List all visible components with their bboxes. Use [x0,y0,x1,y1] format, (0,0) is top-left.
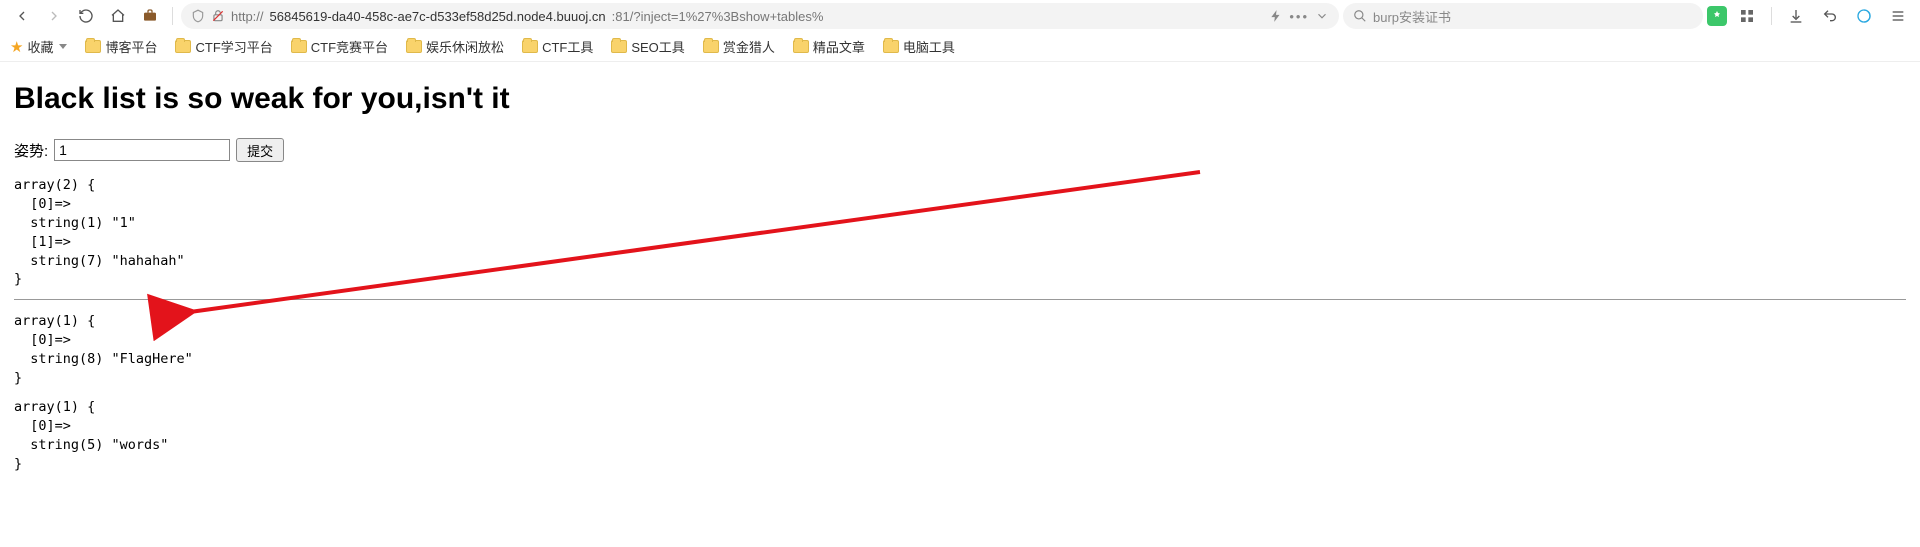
favorites-button[interactable]: ★ 收藏 [10,37,67,56]
folder-icon [291,40,307,53]
separator [14,299,1906,300]
url-host: 56845619-da40-458c-ae7c-d533ef58d25d.nod… [270,9,606,24]
inject-form: 姿势: 提交 [14,138,1906,162]
briefcase-icon[interactable] [136,2,164,30]
forward-button[interactable] [40,2,68,30]
home-button[interactable] [104,2,132,30]
bookmark-label: 娱乐休闲放松 [426,37,504,56]
bookmark-item[interactable]: 娱乐休闲放松 [406,37,504,56]
bookmark-item[interactable]: CTF学习平台 [175,37,272,56]
browser-toolbar: http:// 56845619-da40-458c-ae7c-d533ef58d… [0,0,1920,32]
bookmark-item[interactable]: CTF竞赛平台 [291,37,388,56]
bookmark-label: CTF竞赛平台 [311,37,388,56]
page-content: Black list is so weak for you,isn't it 姿… [0,62,1920,495]
extension-icon-2[interactable] [1850,2,1878,30]
chevron-down-icon [59,44,67,49]
back-button[interactable] [8,2,36,30]
bookmark-item[interactable]: CTF工具 [522,37,593,56]
submit-button[interactable]: 提交 [236,138,284,162]
folder-icon [522,40,538,53]
favorites-label: 收藏 [27,37,53,56]
output-block-2: array(1) { [0]=> string(8) "FlagHere" } [14,312,1906,388]
bookmark-item[interactable]: SEO工具 [611,37,684,56]
bookmark-label: CTF工具 [542,37,593,56]
reload-button[interactable] [72,2,100,30]
folder-icon [883,40,899,53]
folder-icon [703,40,719,53]
bookmark-label: 赏金猎人 [723,37,775,56]
bookmark-item[interactable]: 赏金猎人 [703,37,775,56]
grid-icon[interactable] [1733,2,1761,30]
folder-icon [793,40,809,53]
folder-icon [175,40,191,53]
download-icon[interactable] [1782,2,1810,30]
lightning-icon[interactable] [1269,9,1283,23]
bookmark-label: 电脑工具 [903,37,955,56]
address-bar[interactable]: http:// 56845619-da40-458c-ae7c-d533ef58d… [181,3,1339,29]
divider [1771,7,1772,25]
url-scheme: http:// [231,9,264,24]
folder-icon [611,40,627,53]
url-path: :81/?inject=1%27%3Bshow+tables% [612,9,824,24]
lock-broken-icon [211,9,225,23]
search-box[interactable]: burp安装证书 [1343,3,1703,29]
more-icon[interactable]: ••• [1289,9,1309,24]
page-title: Black list is so weak for you,isn't it [14,82,1906,116]
inject-input[interactable] [54,139,230,161]
extension-icon-1[interactable] [1707,6,1727,26]
output-block-3: array(1) { [0]=> string(5) "words" } [14,398,1906,474]
chevron-down-icon[interactable] [1315,9,1329,23]
bookmark-item[interactable]: 电脑工具 [883,37,955,56]
bookmark-item[interactable]: 博客平台 [85,37,157,56]
search-icon [1353,9,1367,23]
bookmark-item[interactable]: 精品文章 [793,37,865,56]
star-icon: ★ [10,38,23,56]
folder-icon [406,40,422,53]
search-text: burp安装证书 [1373,7,1451,26]
menu-icon[interactable] [1884,2,1912,30]
bookmarks-bar: ★ 收藏 博客平台 CTF学习平台 CTF竞赛平台 娱乐休闲放松 CTF工具 S… [0,32,1920,62]
folder-icon [85,40,101,53]
undo-icon[interactable] [1816,2,1844,30]
divider [172,7,173,25]
bookmark-label: 精品文章 [813,37,865,56]
bookmark-label: SEO工具 [631,37,684,56]
bookmark-label: CTF学习平台 [195,37,272,56]
output-block-1: array(2) { [0]=> string(1) "1" [1]=> str… [14,176,1906,289]
form-label: 姿势: [14,140,48,161]
toolbar-right [1707,2,1912,30]
shield-icon [191,9,205,23]
bookmark-label: 博客平台 [105,37,157,56]
